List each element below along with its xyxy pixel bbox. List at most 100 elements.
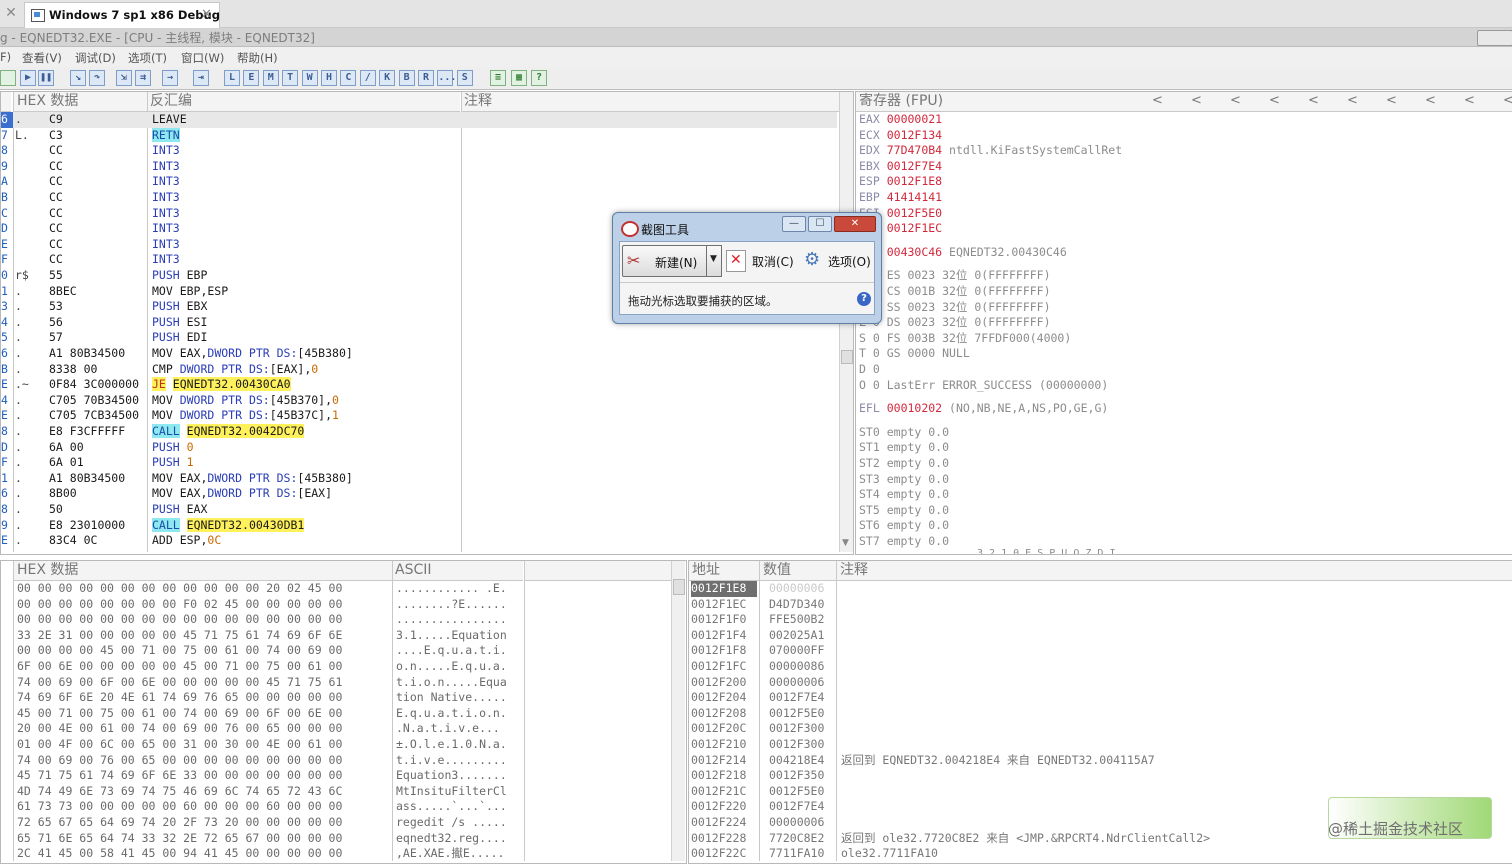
disasm-row[interactable]: 6 . C9 LEAVE	[1, 112, 837, 128]
disasm-row[interactable]: 8 CC INT3	[1, 143, 837, 159]
scrollbar-thumb[interactable]	[673, 579, 685, 595]
register-value[interactable]: 00010202	[887, 401, 942, 415]
goto-icon[interactable]: ⇥	[193, 70, 209, 86]
disasm-row[interactable]: E . C705 7CB34500 MOV DWORD PTR DS:[45B37C…	[1, 408, 837, 424]
dump-row[interactable]: 74 00 69 00 6F 00 6E 00 00 00 00 00 45 7…	[1, 675, 669, 691]
toolbar-button-11[interactable]: ...	[437, 70, 456, 86]
tab-close-icon[interactable]: ✕	[201, 7, 212, 22]
dump-row[interactable]: 01 00 4F 00 6C 00 65 00 31 00 30 00 4E 0…	[1, 737, 669, 753]
disasm-row[interactable]: 8 . 50 PUSH EAX	[1, 502, 837, 518]
dump-row[interactable]: 20 00 4E 00 61 00 74 00 69 00 76 00 65 0…	[1, 721, 669, 737]
collapse-arrow-icon[interactable]: <	[1386, 93, 1397, 108]
trace-over-icon[interactable]: ⇉	[135, 70, 151, 86]
register-row[interactable]: ECX 0012F134	[859, 128, 942, 144]
fpu-row[interactable]: ST1 empty 0.0	[859, 440, 949, 456]
disasm-row[interactable]: F . 6A 01 PUSH 1	[1, 455, 837, 471]
register-row[interactable]: EBX 0012F7E4	[859, 159, 942, 175]
register-value[interactable]: 77D470B4	[887, 143, 942, 157]
tab-vm[interactable]: Windows 7 sp1 x86 Debug ✕	[24, 2, 220, 28]
toolbar-button-8[interactable]: K	[379, 70, 396, 86]
disasm-row[interactable]: 8 . E8 F3CFFFFF CALL EQNEDT32.0042DC70	[1, 424, 837, 440]
flag-row[interactable]: D 0	[859, 362, 880, 378]
dump-row[interactable]: 74 00 69 00 76 00 65 00 00 00 00 00 00 0…	[1, 753, 669, 769]
window-minimize-button[interactable]	[1477, 30, 1512, 46]
disasm-row[interactable]: 6 . A1 80B34500 MOV EAX,DWORD PTR DS:[45B3…	[1, 346, 837, 362]
menu-item-view[interactable]: 查看(V)	[22, 50, 62, 66]
maximize-button[interactable]: ☐	[808, 216, 832, 232]
hex-column-header[interactable]: HEX 数据	[14, 92, 147, 112]
stack-addr-header[interactable]: 地址	[689, 561, 759, 581]
stack-row[interactable]: 0012F200 00000006	[689, 675, 1509, 691]
register-row[interactable]: EDX 77D470B4 ntdll.KiFastSystemCallRet	[859, 143, 1122, 159]
toolbar-button-6[interactable]: C	[340, 70, 357, 86]
fpu-row[interactable]: ST6 empty 0.0	[859, 518, 949, 534]
disasm-row[interactable]: A CC INT3	[1, 174, 837, 190]
grid-icon[interactable]: ▦	[511, 70, 527, 86]
gear-icon[interactable]: ⚙	[804, 249, 820, 270]
flag-row[interactable]: P 1 CS 001B 32位 0(FFFFFFFF)	[859, 284, 1051, 300]
list-icon[interactable]: ≡	[490, 70, 506, 86]
stack-row[interactable]: 0012F214 004218E4 返回到 EQNEDT32.004218E4 来自…	[689, 753, 1509, 769]
cancel-button[interactable]: ✕	[726, 250, 746, 272]
registers-header[interactable]: 寄存器 (FPU)	[856, 92, 1512, 112]
scroll-down-arrow[interactable]: ▼	[842, 538, 849, 548]
close-icon[interactable]: ✕	[2, 4, 20, 22]
collapse-arrow-icon[interactable]: <	[1308, 93, 1319, 108]
fpu-row[interactable]: ST5 empty 0.0	[859, 503, 949, 519]
dump-ascii-header[interactable]: ASCII	[392, 561, 523, 581]
flag-row[interactable]: O 0 LastErr ERROR_SUCCESS (00000000)	[859, 378, 1108, 394]
disasm-row[interactable]: E . 83C4 0C ADD ESP,0C	[1, 533, 837, 549]
disasm-row[interactable]: 7 L. C3 RETN	[1, 127, 837, 144]
flag-row[interactable]: Z 0 DS 0023 32位 0(FFFFFFFF)	[859, 315, 1051, 331]
dump-row[interactable]: 2C 41 45 00 58 41 45 00 94 41 45 00 00 0…	[1, 846, 669, 862]
disasm-row[interactable]: 1 . A1 80B34500 MOV EAX,DWORD PTR DS:[45B3…	[1, 471, 837, 487]
run-icon[interactable]: ▶	[20, 70, 36, 86]
toolbar-button-0[interactable]: L	[224, 70, 240, 86]
stack-value-header[interactable]: 数值	[760, 561, 836, 581]
stack-row[interactable]: 0012F1FC 00000086	[689, 659, 1509, 675]
register-row[interactable]: EBP 41414141	[859, 190, 942, 206]
disasm-row[interactable]: 9 . E8 23010000 CALL EQNEDT32.00430DB1	[1, 517, 837, 534]
fpu-row[interactable]: ST0 empty 0.0	[859, 425, 949, 441]
menu-item-options[interactable]: 选项(T)	[128, 50, 167, 66]
stack-row[interactable]: 0012F1F4 002025A1	[689, 628, 1509, 644]
dump-row[interactable]: 61 73 73 00 00 00 00 00 60 00 00 00 60 0…	[1, 799, 669, 815]
stack-row[interactable]: 0012F1F8 070000FF	[689, 643, 1509, 659]
toolbar-button-7[interactable]: /	[359, 70, 376, 86]
collapse-arrow-icon[interactable]: <	[1230, 93, 1241, 108]
stack-row[interactable]: 0012F22C 7711FA10 ole32.7711FA10	[689, 846, 1509, 862]
close-button[interactable]: ✕	[834, 216, 876, 232]
collapse-arrow-icon[interactable]: <	[1152, 93, 1163, 108]
dump-row[interactable]: 00 00 00 00 00 00 00 00 00 00 00 00 20 0…	[1, 581, 669, 597]
disasm-row[interactable]: 9 CC INT3	[1, 159, 837, 175]
collapse-arrow-icon[interactable]: <	[1425, 93, 1436, 108]
scrollbar-thumb[interactable]	[841, 350, 853, 364]
options-label[interactable]: 选项(O)	[828, 253, 871, 270]
flag-row[interactable]: C 0 ES 0023 32位 0(FFFFFFFF)	[859, 268, 1051, 284]
register-value[interactable]: 0012F1EC	[887, 221, 942, 235]
dump-row[interactable]: 45 71 75 61 74 69 6F 6E 33 00 00 00 00 0…	[1, 768, 669, 784]
toolbar-button-9[interactable]: B	[398, 70, 415, 86]
collapse-arrow-icon[interactable]: <	[1191, 93, 1202, 108]
toolbar-button-12[interactable]: S	[456, 70, 473, 86]
disasm-row[interactable]: B . 8338 00 CMP DWORD PTR DS:[EAX],0	[1, 362, 837, 378]
minimize-button[interactable]: —	[782, 216, 806, 232]
snipping-tool-window[interactable]: 截图工具 — ☐ ✕ ✂ 新建(N) ▼ ✕ 取消(C) ⚙ 选项(O) 拖动光…	[612, 212, 882, 324]
toolbar-button-3[interactable]: T	[282, 70, 299, 86]
stack-row[interactable]: 0012F210 0012F300	[689, 737, 1509, 753]
disasm-row[interactable]: 6 . 8B00 MOV EAX,DWORD PTR DS:[EAX]	[1, 486, 837, 502]
stack-row[interactable]: 0012F1EC D4D7D340	[689, 597, 1509, 613]
dump-row[interactable]: 65 71 6E 65 64 74 33 32 2E 72 65 67 00 0…	[1, 831, 669, 847]
open-icon[interactable]	[0, 70, 16, 86]
flag-row[interactable]: A 0 SS 0023 32位 0(FFFFFFFF)	[859, 300, 1051, 316]
menu-item-help[interactable]: 帮助(H)	[237, 50, 278, 66]
register-row[interactable]: ESP 0012F1E8	[859, 174, 942, 190]
register-value[interactable]: 0012F5E0	[887, 206, 942, 220]
stack-row[interactable]: 0012F20C 0012F300	[689, 721, 1509, 737]
stack-row[interactable]: 0012F204 0012F7E4	[689, 690, 1509, 706]
new-snip-button[interactable]: ✂ 新建(N)	[622, 245, 708, 277]
pause-icon[interactable]: ❚❚	[38, 70, 54, 86]
register-value[interactable]: 0012F134	[887, 128, 942, 142]
collapse-arrow-icon[interactable]: <	[1503, 93, 1512, 108]
disasm-row[interactable]: B CC INT3	[1, 190, 837, 206]
